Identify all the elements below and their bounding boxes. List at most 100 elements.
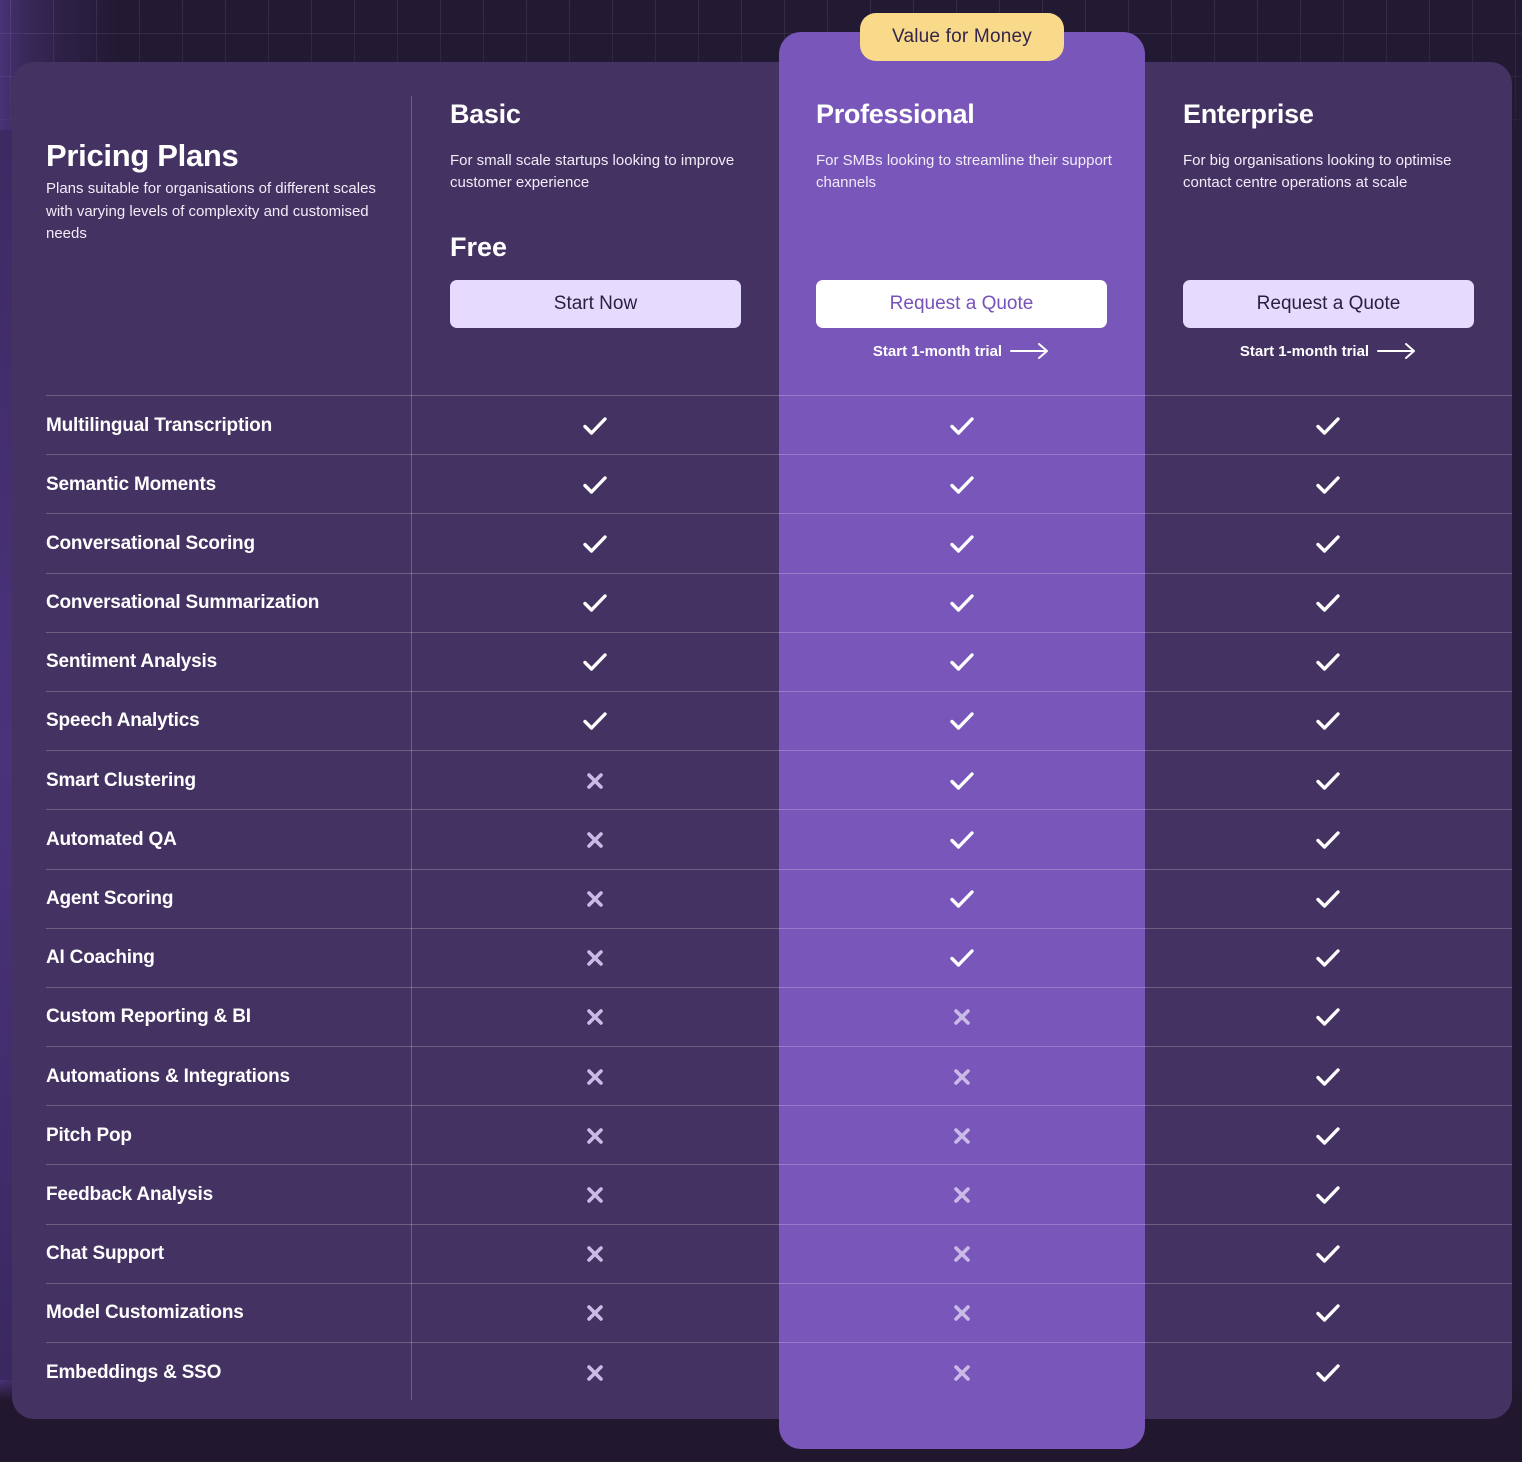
cross-icon [942,988,982,1047]
feature-name: Embeddings & SSO [46,1361,222,1383]
cross-icon [575,1165,615,1224]
plan-price: Free [450,232,508,262]
check-icon [1308,929,1348,988]
value-badge: Value for Money [860,13,1064,61]
cross-icon [942,1165,982,1224]
check-icon [1308,1343,1348,1402]
cross-icon [575,1106,615,1165]
page-title: Pricing Plans [46,138,239,173]
feature-name: Model Customizations [46,1302,244,1324]
feature-row: Pitch Pop [46,1105,1512,1164]
feature-name: Sentiment Analysis [46,651,217,673]
cross-icon [575,810,615,869]
check-icon [1308,574,1348,633]
check-icon [1308,751,1348,810]
feature-row: Automations & Integrations [46,1046,1512,1105]
check-icon [942,455,982,514]
arrow-right-icon [1010,343,1049,359]
check-icon [1308,1047,1348,1106]
request-quote-button-professional[interactable]: Request a Quote [816,280,1107,328]
feature-row: Conversational Summarization [46,572,1512,633]
feature-name: Feedback Analysis [46,1183,213,1205]
feature-name: Pitch Pop [46,1124,132,1146]
check-icon [1308,396,1348,455]
plan-enterprise: Enterprise For big organisations looking… [1183,96,1483,360]
check-icon [575,455,615,514]
feature-row: Speech Analytics [46,690,1512,751]
start-now-button[interactable]: Start Now [450,280,741,328]
check-icon [942,751,982,810]
check-icon [575,574,615,633]
cross-icon [942,1225,982,1284]
check-icon [942,633,982,692]
feature-name: Speech Analytics [46,710,200,732]
feature-name: Custom Reporting & BI [46,1006,251,1028]
cross-icon [575,751,615,810]
check-icon [942,870,982,929]
check-icon [942,929,982,988]
cross-icon [575,988,615,1047]
check-icon [1308,988,1348,1047]
check-icon [575,396,615,455]
feature-name: AI Coaching [46,947,155,969]
check-icon [1308,870,1348,929]
feature-row: Chat Support [46,1223,1512,1284]
check-icon [942,810,982,869]
cross-icon [575,870,615,929]
plan-name: Professional [816,99,975,129]
cross-icon [942,1284,982,1343]
feature-table: Multilingual Transcription Semantic Momen… [46,395,1512,1401]
plan-description: For big organisations looking to optimis… [1183,152,1452,191]
plan-description: For small scale startups looking to impr… [450,152,735,191]
feature-name: Conversational Summarization [46,592,320,614]
feature-row: Conversational Scoring [46,513,1512,572]
cross-icon [942,1106,982,1165]
feature-name: Automated QA [46,828,177,850]
cross-icon [575,1225,615,1284]
start-trial-link-enterprise[interactable]: Start 1-month trial [1183,342,1474,360]
cross-icon [942,1047,982,1106]
check-icon [575,633,615,692]
feature-name: Multilingual Transcription [46,414,272,436]
check-icon [1308,1284,1348,1343]
feature-row: Sentiment Analysis [46,631,1512,692]
cross-icon [575,1284,615,1343]
plan-name: Enterprise [1183,99,1314,129]
check-icon [942,514,982,573]
feature-name: Automations & Integrations [46,1065,290,1087]
feature-row: AI Coaching [46,927,1512,988]
check-icon [942,692,982,751]
arrow-right-icon [1377,343,1416,359]
pricing-intro: Pricing Plans Plans suitable for organis… [46,138,386,246]
check-icon [1308,1165,1348,1224]
feature-row: Agent Scoring [46,868,1512,929]
cross-icon [575,1047,615,1106]
feature-name: Conversational Scoring [46,532,255,554]
check-icon [575,692,615,751]
check-icon [1308,810,1348,869]
feature-row: Smart Clustering [46,750,1512,809]
feature-row: Multilingual Transcription [46,395,1512,454]
feature-name: Chat Support [46,1243,164,1265]
cross-icon [575,1343,615,1402]
feature-row: Semantic Moments [46,454,1512,513]
feature-row: Automated QA [46,809,1512,868]
cross-icon [575,929,615,988]
plan-name: Basic [450,99,521,129]
start-trial-link-professional[interactable]: Start 1-month trial [816,342,1107,360]
plan-basic: Basic For small scale startups looking t… [450,96,750,328]
trial-label: Start 1-month trial [872,342,1003,360]
feature-row: Model Customizations [46,1282,1512,1343]
check-icon [1308,455,1348,514]
request-quote-button-enterprise[interactable]: Request a Quote [1183,280,1474,328]
feature-row: Feedback Analysis [46,1164,1512,1223]
trial-label: Start 1-month trial [1239,342,1370,360]
plan-description: For SMBs looking to streamline their sup… [816,152,1112,191]
feature-name: Agent Scoring [46,888,174,909]
check-icon [1308,514,1348,573]
feature-row: Custom Reporting & BI [46,986,1512,1047]
feature-name: Semantic Moments [46,473,216,495]
plan-professional: Professional For SMBs looking to streaml… [816,96,1116,360]
cross-icon [942,1343,982,1402]
check-icon [1308,633,1348,692]
